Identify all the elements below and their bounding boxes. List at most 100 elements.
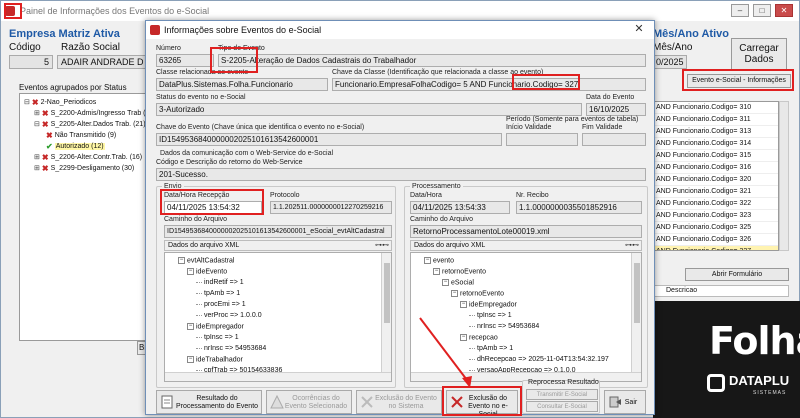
tree-item[interactable]: ⊟ ✖ 2-Nao_Periodicos	[24, 97, 96, 107]
list-item[interactable]: AND Funcionario.Codigo= 323	[654, 210, 778, 222]
tree-item[interactable]: ⊟ ✖ S_2205-Alter.Dados Trab. (21)	[34, 119, 146, 129]
xml-node[interactable]: − eSocial	[442, 279, 474, 286]
xml-node[interactable]: − ideEvento	[187, 268, 227, 275]
transmitir-esocial-button[interactable]: Transmitir E-Social	[526, 389, 598, 400]
collapse-icon[interactable]: −	[187, 323, 194, 330]
collapse-icon[interactable]: −	[460, 301, 467, 308]
tree-item[interactable]: ⊞ ✖ S_2299-Desligamento (30)	[34, 163, 134, 173]
expand-icon[interactable]: ⊞	[34, 164, 40, 172]
list-item[interactable]: AND Funcionario.Codigo= 310	[654, 102, 778, 114]
collapse-icon[interactable]: −	[424, 257, 431, 264]
binoculars-icon[interactable]: ⊶⊷	[625, 241, 639, 250]
tree-connector	[469, 358, 475, 360]
tree-item[interactable]: ✖ Não Transmitido (9)	[46, 130, 116, 140]
list-item[interactable]: AND Funcionario.Codigo= 327	[654, 246, 778, 250]
proc-caminho-field[interactable]: RetornoProcessamentoLote00019.xml	[410, 225, 642, 238]
maximize-icon[interactable]: □	[753, 4, 771, 17]
xml-node[interactable]: − ideEmpregador	[460, 301, 517, 308]
codigo-retorno-field[interactable]: 201-Sucesso.	[156, 168, 646, 181]
list-item[interactable]: AND Funcionario.Codigo= 315	[654, 150, 778, 162]
xml-node[interactable]: dhRecepcao => 2025-11-04T13:54:32.197	[469, 356, 609, 363]
collapse-icon[interactable]: −	[451, 290, 458, 297]
collapse-icon[interactable]: −	[433, 268, 440, 275]
expand-icon[interactable]: ⊞	[34, 109, 40, 117]
codigo-field[interactable]: 5	[9, 55, 53, 69]
abrir-formulario-button[interactable]: Abrir Formulário	[685, 268, 789, 281]
list-item[interactable]: AND Funcionario.Codigo= 322	[654, 198, 778, 210]
exclusao-sistema-button[interactable]: Exclusão do Evento no Sistema	[356, 390, 442, 414]
nr-recibo-field[interactable]: 1.1.0000000035501852916	[516, 201, 642, 214]
chave-classe-field[interactable]: Funcionario.EmpresaFolhaCodigo= 5 AND Fu…	[332, 78, 646, 91]
event-key-list[interactable]: AND Funcionario.Codigo= 310 AND Funcionar…	[653, 101, 779, 251]
xml-node[interactable]: tpAmb => 1	[469, 345, 513, 352]
scroll-thumb[interactable]	[634, 263, 640, 323]
mes-ano-field[interactable]: 0/2025	[653, 55, 687, 69]
tree-item[interactable]: ⊞ ✖ S_2206-Alter.Contr.Trab. (16)	[34, 152, 142, 162]
xml-node[interactable]: nrInsc => 54953684	[196, 345, 266, 352]
list-item[interactable]: AND Funcionario.Codigo= 313	[654, 126, 778, 138]
tipo-evento-field[interactable]: S-2205-Alteração de Dados Cadastrais do …	[218, 54, 646, 67]
xml-node[interactable]: − ideTrabalhador	[187, 356, 243, 363]
binoculars-icon[interactable]: ⊶⊷	[375, 241, 389, 250]
list-item[interactable]: AND Funcionario.Codigo= 320	[654, 174, 778, 186]
status-field[interactable]: 3-Autorizado	[156, 103, 582, 116]
collapse-icon[interactable]: −	[460, 334, 467, 341]
inicio-validade-field[interactable]	[506, 133, 578, 146]
horizontal-scrollbar[interactable]	[165, 372, 391, 381]
minimize-icon[interactable]: –	[731, 4, 749, 17]
vertical-scrollbar[interactable]	[631, 253, 641, 373]
consultar-esocial-button[interactable]: Consultar E-Social	[526, 401, 598, 412]
xml-node[interactable]: − recepcao	[460, 334, 498, 341]
xml-node-label: retornoEvento	[460, 290, 504, 298]
list-scrollbar[interactable]	[779, 101, 789, 251]
status-tree[interactable]: ⊟ ✖ 2-Nao_Periodicos ⊞ ✖ S_2200-Admis/Ingress…	[19, 93, 147, 341]
xml-node[interactable]: − evtAltCadastral	[178, 257, 234, 264]
expand-icon[interactable]: ⊟	[34, 120, 40, 128]
proc-xml-tree[interactable]: − evento − retornoEvento − eSocial − retornoEve…	[410, 252, 642, 382]
xml-node[interactable]: indRetif => 1	[196, 279, 244, 286]
vertical-scrollbar[interactable]	[381, 253, 391, 373]
collapse-icon[interactable]: −	[187, 268, 194, 275]
list-item[interactable]: AND Funcionario.Codigo= 314	[654, 138, 778, 150]
dialog-close-icon[interactable]: ✕	[626, 22, 652, 37]
scroll-thumb[interactable]	[384, 263, 390, 323]
xml-node[interactable]: tpInsc => 1	[469, 312, 512, 319]
xml-node[interactable]: tpAmb => 1	[196, 290, 240, 297]
envio-xml-tree[interactable]: − evtAltCadastral − ideEvento indRetif => 1 t…	[164, 252, 392, 382]
xml-node[interactable]: − retornoEvento	[433, 268, 486, 275]
close-icon[interactable]: ✕	[775, 4, 793, 17]
collapse-icon[interactable]: −	[187, 356, 194, 363]
data-evento-field[interactable]: 16/10/2025	[586, 103, 646, 116]
razao-social-field[interactable]: ADAIR ANDRADE D	[57, 55, 151, 69]
xml-node[interactable]: − retornoEvento	[451, 290, 504, 297]
protocolo-field[interactable]: 1.1.202511.0000000012270259216	[270, 201, 392, 214]
xml-node[interactable]: procEmi => 1	[196, 301, 246, 308]
list-item[interactable]: AND Funcionario.Codigo= 316	[654, 162, 778, 174]
list-item[interactable]: AND Funcionario.Codigo= 326	[654, 234, 778, 246]
xml-node[interactable]: nrInsc => 54953684	[469, 323, 539, 330]
tree-item[interactable]: ✔ Autorizado (12)	[46, 141, 105, 151]
ocorrencias-button[interactable]: Ocorrências do Evento Selecionado	[266, 390, 352, 414]
xml-node-label: evento	[433, 257, 455, 265]
tree-item[interactable]: ⊞ ✖ S_2200-Admis/Ingresso Trab (15)	[34, 108, 146, 118]
collapse-icon[interactable]: −	[178, 257, 185, 264]
list-item[interactable]: AND Funcionario.Codigo= 325	[654, 222, 778, 234]
chave-evento-field[interactable]: ID1549536840000002025101613542600001	[156, 133, 502, 146]
numero-field[interactable]: 63265	[156, 54, 214, 67]
sair-button[interactable]: Sair	[604, 390, 646, 414]
xml-node[interactable]: − evento	[424, 257, 454, 264]
xml-node[interactable]: tpInsc => 1	[196, 334, 239, 341]
proc-data-field[interactable]: 04/11/2025 13:54:33	[410, 201, 510, 214]
expand-icon[interactable]: ⊟	[24, 98, 30, 106]
envio-caminho-field[interactable]: ID1549536840000002025101613542600001_eSo…	[164, 225, 392, 238]
classe-field[interactable]: DataPlus.Sistemas.Folha.Funcionario	[156, 78, 328, 91]
list-item[interactable]: AND Funcionario.Codigo= 321	[654, 186, 778, 198]
list-item[interactable]: AND Funcionario.Codigo= 311	[654, 114, 778, 126]
xml-node[interactable]: verProc => 1.0.0.0	[196, 312, 262, 319]
expand-icon[interactable]: ⊞	[34, 153, 40, 161]
xml-node[interactable]: − ideEmpregador	[187, 323, 244, 330]
fim-validade-field[interactable]	[582, 133, 646, 146]
collapse-icon[interactable]: −	[442, 279, 449, 286]
carregar-dados-button[interactable]: Carregar Dados	[731, 38, 787, 70]
resultado-processamento-button[interactable]: Resultado do Processamento do Evento	[156, 390, 262, 414]
